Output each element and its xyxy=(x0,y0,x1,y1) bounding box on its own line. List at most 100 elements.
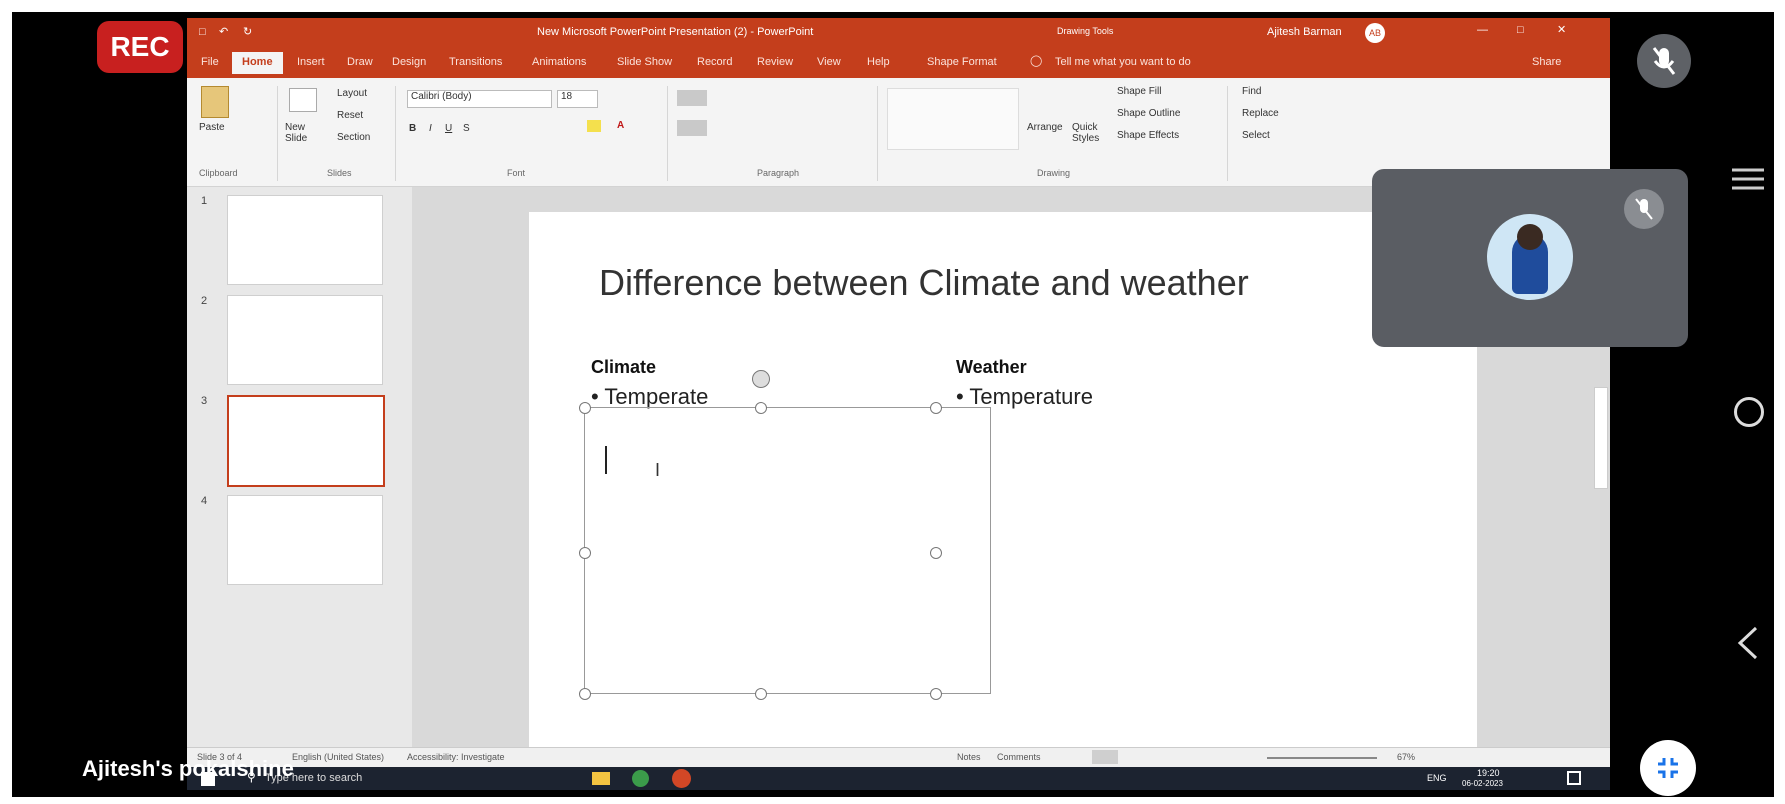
title-bar: □ ↶ ↻ New Microsoft PowerPoint Presentat… xyxy=(187,18,1610,48)
quick-styles-button[interactable]: Quick Styles xyxy=(1072,122,1108,144)
shape-effects-button[interactable]: Shape Effects xyxy=(1117,130,1179,141)
tab-shape-format[interactable]: Shape Format xyxy=(927,56,997,68)
tab-slide-show[interactable]: Slide Show xyxy=(617,56,672,68)
resize-handle[interactable] xyxy=(579,547,591,559)
replace-button[interactable]: Replace xyxy=(1242,108,1279,119)
climate-bullet-text: Temperate xyxy=(604,384,709,409)
new-slide-icon[interactable] xyxy=(289,88,317,112)
accessibility-status[interactable]: Accessibility: Investigate xyxy=(407,752,505,762)
close-icon[interactable]: ✕ xyxy=(1557,23,1566,36)
back-nav-icon[interactable] xyxy=(1736,626,1760,665)
powerpoint-window: □ ↶ ↻ New Microsoft PowerPoint Presentat… xyxy=(187,18,1610,790)
slide-thumbnail-4[interactable] xyxy=(227,495,383,585)
font-color-icon[interactable]: A xyxy=(617,120,624,131)
tab-view[interactable]: View xyxy=(817,56,841,68)
clock-time[interactable]: 19:20 xyxy=(1477,768,1500,778)
resize-handle[interactable] xyxy=(930,688,942,700)
lightbulb-icon: ◯ xyxy=(1030,55,1043,67)
resize-handle[interactable] xyxy=(755,402,767,414)
file-explorer-icon[interactable] xyxy=(592,772,610,785)
comments-button[interactable]: Comments xyxy=(997,752,1041,762)
thumbnail-number: 2 xyxy=(201,295,208,307)
user-name[interactable]: Ajitesh Barman xyxy=(1267,26,1342,38)
exit-fullscreen-button[interactable] xyxy=(1640,740,1696,796)
paste-button[interactable]: Paste xyxy=(199,122,225,133)
participant-video-tile[interactable] xyxy=(1372,169,1688,347)
section-button[interactable]: Section xyxy=(337,132,370,143)
resize-handle[interactable] xyxy=(579,688,591,700)
shapes-gallery[interactable] xyxy=(887,88,1019,150)
resize-handle[interactable] xyxy=(930,402,942,414)
tab-file[interactable]: File xyxy=(201,56,219,68)
tab-transitions[interactable]: Transitions xyxy=(449,56,502,68)
tab-record[interactable]: Record xyxy=(697,56,732,68)
italic-button[interactable]: I xyxy=(429,123,432,134)
powerpoint-taskbar-icon[interactable] xyxy=(672,769,691,788)
slide-thumbnail-3[interactable] xyxy=(227,395,385,487)
recording-badge: REC xyxy=(97,21,183,73)
divider xyxy=(277,86,278,181)
normal-view-button[interactable] xyxy=(1092,750,1118,764)
font-size-select[interactable]: 18 xyxy=(557,90,598,108)
rotate-handle[interactable] xyxy=(752,370,770,388)
strikethrough-button[interactable]: S xyxy=(463,123,470,134)
new-slide-button[interactable]: New Slide xyxy=(285,122,325,144)
notes-button[interactable]: Notes xyxy=(957,752,981,762)
share-button[interactable]: Share xyxy=(1532,56,1561,68)
thumbnail-number: 1 xyxy=(201,195,208,207)
vertical-scrollbar[interactable] xyxy=(1594,387,1608,489)
tell-me-search[interactable]: Tell me what you want to do xyxy=(1055,56,1191,68)
align-left-icon[interactable] xyxy=(677,120,707,136)
slide-thumbnail-2[interactable] xyxy=(227,295,383,385)
tab-design[interactable]: Design xyxy=(392,56,426,68)
tab-help[interactable]: Help xyxy=(867,56,890,68)
clock-date[interactable]: 06-02-2023 xyxy=(1462,779,1503,788)
layout-button[interactable]: Layout xyxy=(337,88,367,99)
shape-outline-button[interactable]: Shape Outline xyxy=(1117,108,1180,119)
weather-header[interactable]: Weather xyxy=(956,357,1027,378)
avatar[interactable]: AB xyxy=(1365,23,1385,43)
font-name-select[interactable]: Calibri (Body) xyxy=(407,90,552,108)
chrome-icon[interactable] xyxy=(632,770,649,787)
menu-icon[interactable] xyxy=(1732,167,1764,191)
status-bar: Slide 3 of 4 English (United States) Acc… xyxy=(187,747,1610,768)
tab-review[interactable]: Review xyxy=(757,56,793,68)
select-button[interactable]: Select xyxy=(1242,130,1270,141)
resize-handle[interactable] xyxy=(755,688,767,700)
tab-animations[interactable]: Animations xyxy=(532,56,586,68)
participant-avatar xyxy=(1487,214,1573,300)
tab-draw[interactable]: Draw xyxy=(347,56,373,68)
language-tray[interactable]: ENG xyxy=(1427,773,1447,783)
slide-title[interactable]: Difference between Climate and weather xyxy=(599,262,1249,304)
window-title: New Microsoft PowerPoint Presentation (2… xyxy=(537,26,814,38)
find-button[interactable]: Find xyxy=(1242,86,1261,97)
highlight-icon[interactable] xyxy=(587,120,601,132)
climate-header[interactable]: Climate xyxy=(591,357,656,378)
paste-icon[interactable] xyxy=(201,86,229,118)
zoom-level[interactable]: 67% xyxy=(1397,752,1415,762)
divider xyxy=(1227,86,1228,181)
language-indicator[interactable]: English (United States) xyxy=(292,752,384,762)
shape-fill-button[interactable]: Shape Fill xyxy=(1117,86,1161,97)
mic-muted-button[interactable] xyxy=(1637,34,1691,88)
redo-icon[interactable]: ↻ xyxy=(243,25,252,38)
minimize-icon[interactable]: — xyxy=(1477,24,1488,36)
slide[interactable]: Difference between Climate and weather C… xyxy=(529,212,1477,747)
resize-handle[interactable] xyxy=(579,402,591,414)
participant-mic-muted-icon xyxy=(1624,189,1664,229)
maximize-icon[interactable]: □ xyxy=(1517,24,1524,36)
bold-button[interactable]: B xyxy=(409,123,416,134)
tab-insert[interactable]: Insert xyxy=(297,56,325,68)
undo-icon[interactable]: ↶ xyxy=(219,25,228,38)
tab-home[interactable]: Home xyxy=(232,52,283,74)
zoom-slider[interactable] xyxy=(1267,757,1377,759)
home-nav-icon[interactable] xyxy=(1734,397,1764,427)
reset-button[interactable]: Reset xyxy=(337,110,363,121)
slide-thumbnail-1[interactable] xyxy=(227,195,383,285)
notifications-icon[interactable] xyxy=(1567,771,1581,785)
save-icon[interactable]: □ xyxy=(199,26,206,38)
bullets-icon[interactable] xyxy=(677,90,707,106)
underline-button[interactable]: U xyxy=(445,123,452,134)
arrange-button[interactable]: Arrange xyxy=(1027,122,1063,133)
resize-handle[interactable] xyxy=(930,547,942,559)
